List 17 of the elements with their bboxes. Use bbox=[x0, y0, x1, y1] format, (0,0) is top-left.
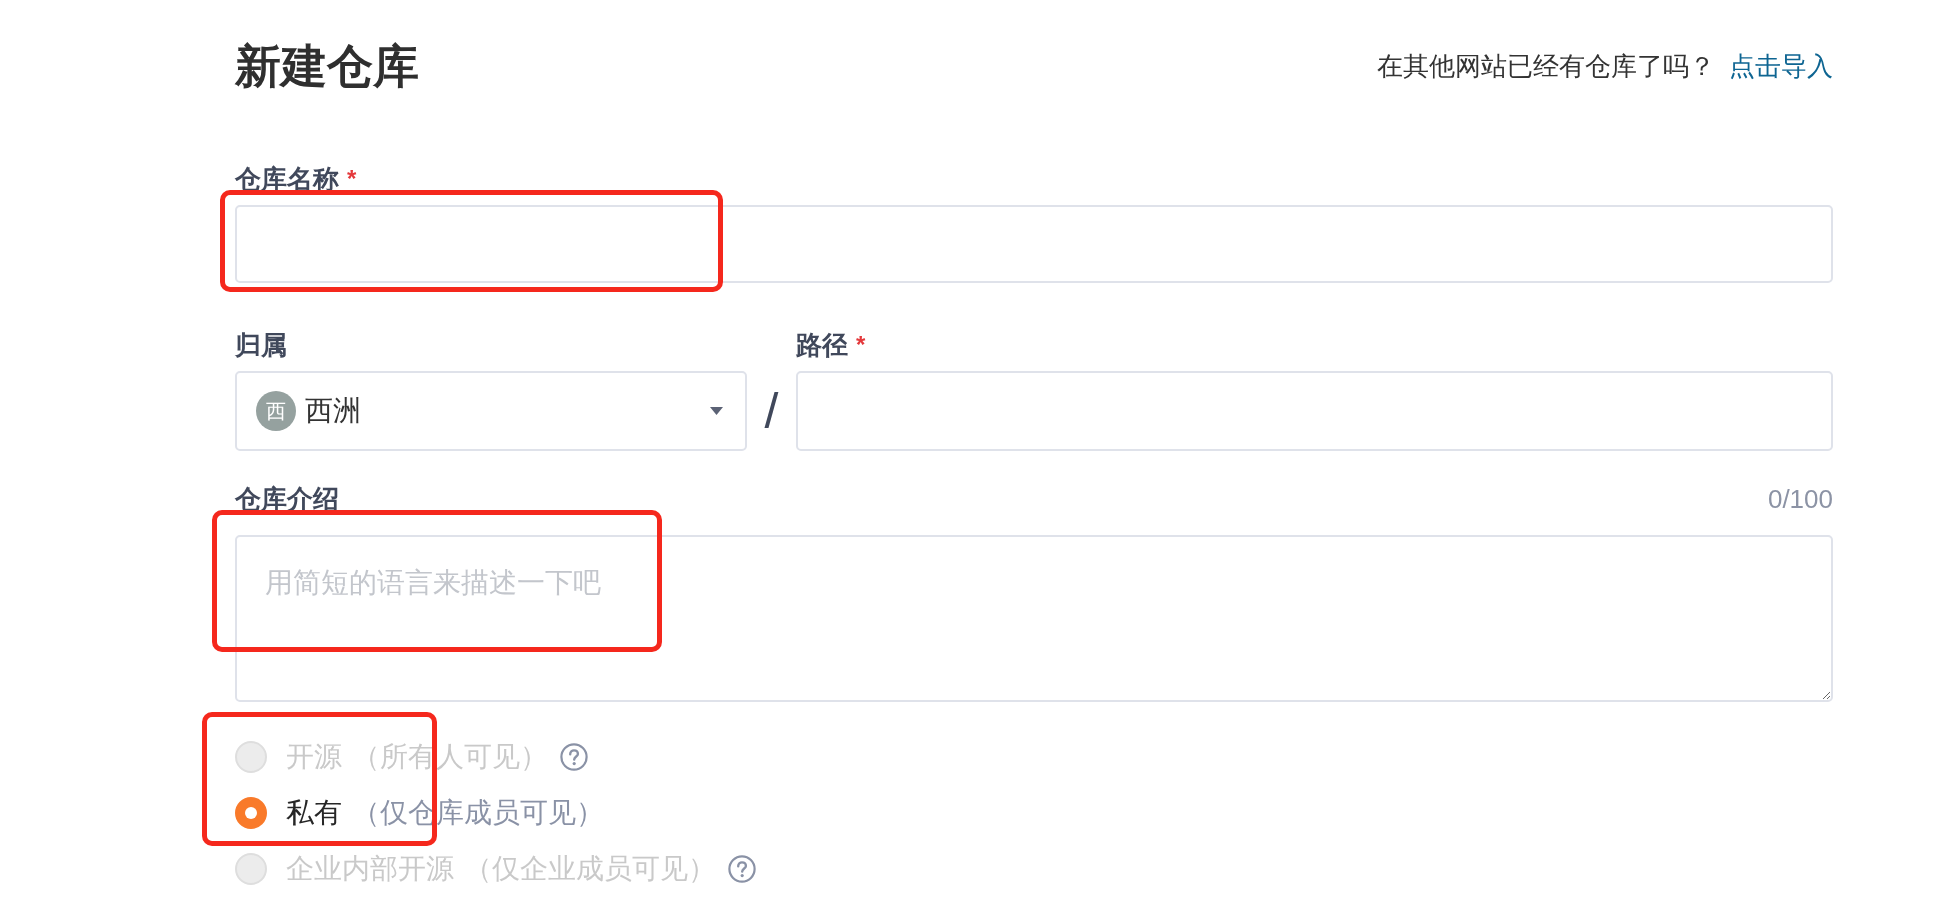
field-label: 路径 bbox=[796, 332, 848, 358]
caret-icon bbox=[710, 407, 723, 415]
import-link[interactable]: 点击导入 bbox=[1729, 50, 1833, 82]
name-input-field[interactable] bbox=[235, 205, 1833, 283]
character-counter: 0/100 bbox=[1767, 486, 1833, 512]
page-title: 新建仓库 bbox=[235, 40, 419, 92]
import-prompt: 在其他网站已经有仓库了吗？ bbox=[1377, 50, 1715, 82]
field-label: 归属 bbox=[235, 332, 287, 358]
radio-button[interactable] bbox=[235, 797, 267, 829]
path-separator: / bbox=[763, 382, 780, 441]
required-mark: * bbox=[856, 332, 866, 358]
path-input-field[interactable] bbox=[796, 371, 1833, 451]
radio-label: 私有 bbox=[286, 796, 342, 830]
user-avatar: 西 bbox=[256, 391, 296, 431]
description-field[interactable]: 用简短的语言来描述一下吧 bbox=[235, 535, 1833, 702]
required-mark: * bbox=[347, 166, 357, 192]
owner-select[interactable]: 西 西洲 bbox=[235, 371, 747, 451]
